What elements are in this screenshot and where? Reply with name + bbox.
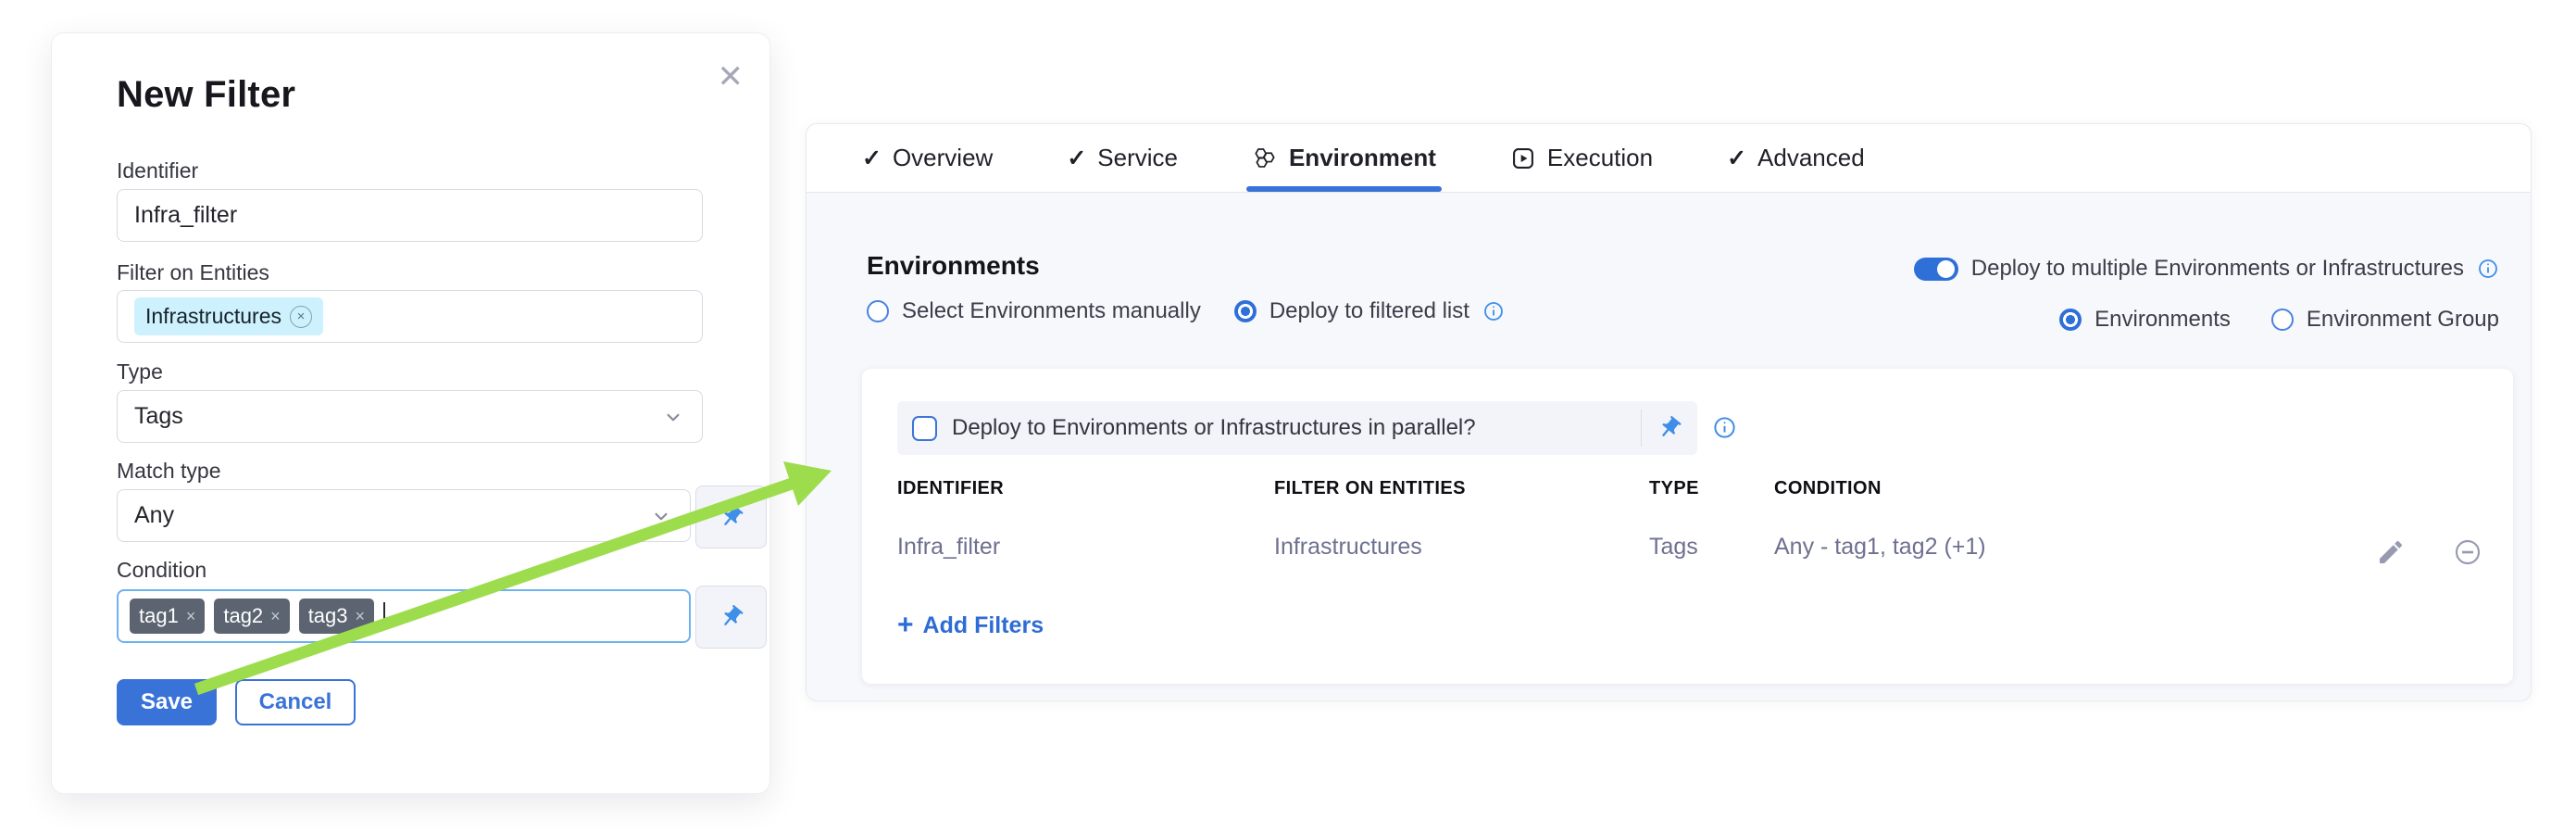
- radio-environments[interactable]: Environments: [2059, 307, 2231, 333]
- add-filters-button[interactable]: + Add Filters: [897, 611, 1044, 639]
- toggle-knob: [1937, 260, 1955, 278]
- save-button[interactable]: Save: [117, 679, 217, 725]
- info-icon[interactable]: [1712, 415, 1737, 440]
- radio-environment-group[interactable]: Environment Group: [2271, 307, 2499, 333]
- row-type: Tags: [1649, 534, 1774, 561]
- cancel-button[interactable]: Cancel: [235, 679, 356, 725]
- col-identifier: IDENTIFIER: [897, 478, 1274, 499]
- col-type: TYPE: [1649, 478, 1774, 499]
- pin-icon: [719, 604, 744, 630]
- filters-card: Deploy to Environments or Infrastructure…: [862, 369, 2513, 684]
- match-type-label: Match type: [117, 459, 221, 484]
- text-cursor: [383, 602, 385, 630]
- row-condition: Any - tag1, tag2 (+1): [1774, 534, 2286, 561]
- condition-tag: tag1 ×: [130, 599, 205, 634]
- execution-play-icon: [1510, 145, 1536, 171]
- tab-execution[interactable]: Execution: [1510, 124, 1653, 192]
- condition-tag: tag2 ×: [214, 599, 289, 634]
- filters-table-header: IDENTIFIER FILTER ON ENTITIES TYPE CONDI…: [897, 478, 2286, 499]
- edit-pencil-icon[interactable]: [2376, 537, 2406, 567]
- tab-advanced[interactable]: ✓ Advanced: [1727, 124, 1865, 192]
- match-type-pin-button[interactable]: [695, 485, 767, 548]
- screen: New Filter ✕ Identifier Infra_filter Fil…: [0, 0, 2576, 832]
- info-icon[interactable]: [1482, 300, 1505, 322]
- entities-chip: Infrastructures ×: [134, 297, 323, 335]
- chevron-down-icon: [661, 405, 685, 429]
- identifier-label: Identifier: [117, 158, 198, 183]
- row-entities: Infrastructures: [1274, 534, 1649, 561]
- tab-environment[interactable]: Environment: [1252, 124, 1436, 192]
- entities-input[interactable]: Infrastructures ×: [117, 290, 703, 343]
- remove-minus-circle-icon[interactable]: [2453, 537, 2482, 567]
- condition-tag: tag3 ×: [299, 599, 374, 634]
- condition-label: Condition: [117, 558, 206, 583]
- radio-icon: [1234, 300, 1257, 322]
- table-row: Infra_filter Infrastructures Tags Any - …: [897, 534, 2286, 561]
- stage-tabbar: ✓ Overview ✓ Service Environment: [807, 124, 2531, 193]
- col-filter-on-entities: FILTER ON ENTITIES: [1274, 478, 1649, 499]
- env-target-radios: Environments Environment Group: [2059, 307, 2499, 333]
- parallel-option-bar: Deploy to Environments or Infrastructure…: [897, 401, 1697, 455]
- parallel-pin-button[interactable]: [1642, 415, 1697, 441]
- identifier-value: Infra_filter: [134, 202, 237, 229]
- close-icon[interactable]: ✕: [718, 61, 744, 93]
- type-value: Tags: [134, 403, 183, 430]
- chip-remove-icon[interactable]: ×: [290, 306, 312, 328]
- tag-remove-icon[interactable]: ×: [356, 608, 366, 624]
- type-select[interactable]: Tags: [117, 390, 703, 443]
- environment-hexagons-icon: [1252, 145, 1278, 171]
- match-type-value: Any: [134, 502, 174, 529]
- radio-icon: [2271, 309, 2294, 331]
- plus-icon: +: [897, 611, 914, 639]
- env-mode-radios: Select Environments manually Deploy to f…: [867, 298, 1505, 324]
- chevron-down-icon: [649, 504, 673, 528]
- parallel-checkbox[interactable]: [912, 416, 937, 441]
- identifier-input[interactable]: Infra_filter: [117, 189, 703, 242]
- tab-overview[interactable]: ✓ Overview: [862, 124, 993, 192]
- modal-title: New Filter: [117, 74, 295, 116]
- info-icon[interactable]: [2477, 258, 2499, 280]
- check-icon: ✓: [1727, 145, 1746, 172]
- col-condition: CONDITION: [1774, 478, 2286, 499]
- new-filter-modal: New Filter ✕ Identifier Infra_filter Fil…: [51, 32, 770, 794]
- row-identifier: Infra_filter: [897, 534, 1274, 561]
- condition-input[interactable]: tag1 × tag2 × tag3 ×: [117, 589, 691, 643]
- entities-label: Filter on Entities: [117, 260, 269, 285]
- type-label: Type: [117, 359, 163, 384]
- environments-heading: Environments: [867, 251, 1040, 281]
- radio-deploy-filtered[interactable]: Deploy to filtered list: [1234, 298, 1505, 324]
- parallel-label: Deploy to Environments or Infrastructure…: [952, 415, 1476, 441]
- tag-remove-icon[interactable]: ×: [186, 608, 196, 624]
- radio-icon: [2059, 309, 2082, 331]
- stage-config-panel: ✓ Overview ✓ Service Environment: [806, 123, 2532, 701]
- tab-service[interactable]: ✓ Service: [1067, 124, 1178, 192]
- pin-icon: [719, 504, 744, 530]
- radio-select-manually[interactable]: Select Environments manually: [867, 298, 1201, 324]
- tag-remove-icon[interactable]: ×: [270, 608, 281, 624]
- multi-env-toggle[interactable]: [1914, 258, 1958, 281]
- condition-pin-button[interactable]: [695, 586, 767, 649]
- multi-env-toggle-row: Deploy to multiple Environments or Infra…: [1914, 256, 2499, 282]
- check-icon: ✓: [1067, 145, 1086, 172]
- radio-icon: [867, 300, 889, 322]
- check-icon: ✓: [862, 145, 882, 172]
- match-type-select[interactable]: Any: [117, 489, 691, 542]
